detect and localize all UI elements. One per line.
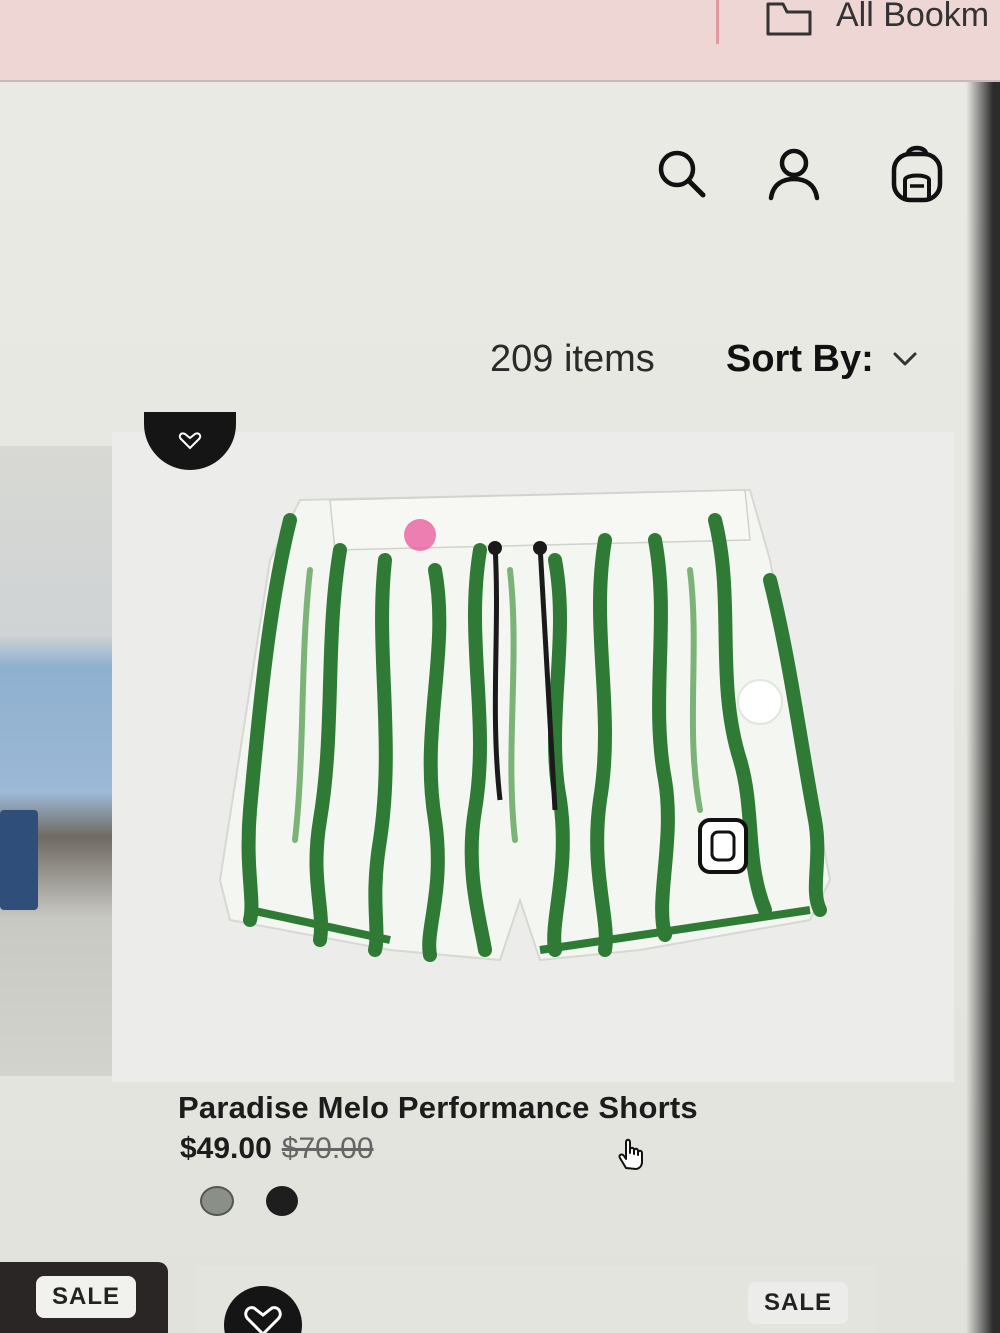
bookmarks-bar: All Bookm [0,0,1000,82]
chevron-down-icon [893,352,917,366]
sale-badge: SALE [36,1276,137,1318]
color-swatch-green-stripe[interactable] [200,1186,234,1216]
all-bookmarks-link[interactable]: All Bookm [836,0,989,35]
heart-icon [178,432,202,450]
product-card-partial[interactable] [0,446,112,1076]
product-image[interactable] [210,480,850,980]
original-price: $70.00 [281,1132,374,1165]
sale-badge: SALE [748,1282,849,1324]
sort-by-dropdown[interactable]: Sort By: [726,334,918,384]
hand-cursor-icon [618,1138,643,1170]
shopping-bag-icon[interactable] [886,140,948,204]
bookmarks-divider [716,0,719,44]
sale-price: $49.00 [180,1132,272,1165]
folder-icon[interactable] [765,0,813,38]
sort-by-label: Sort By: [726,337,874,380]
heart-icon [244,1306,282,1333]
product-image-partial [0,810,38,910]
color-swatch-black[interactable] [266,1186,298,1216]
screen-bezel [966,82,1000,1333]
item-count: 209 items [490,338,655,380]
account-icon[interactable] [766,146,822,202]
product-title[interactable]: Paradise Melo Performance Shorts [178,1090,698,1126]
search-icon[interactable] [656,148,708,200]
price-row: $49.00 $70.00 [180,1132,374,1166]
